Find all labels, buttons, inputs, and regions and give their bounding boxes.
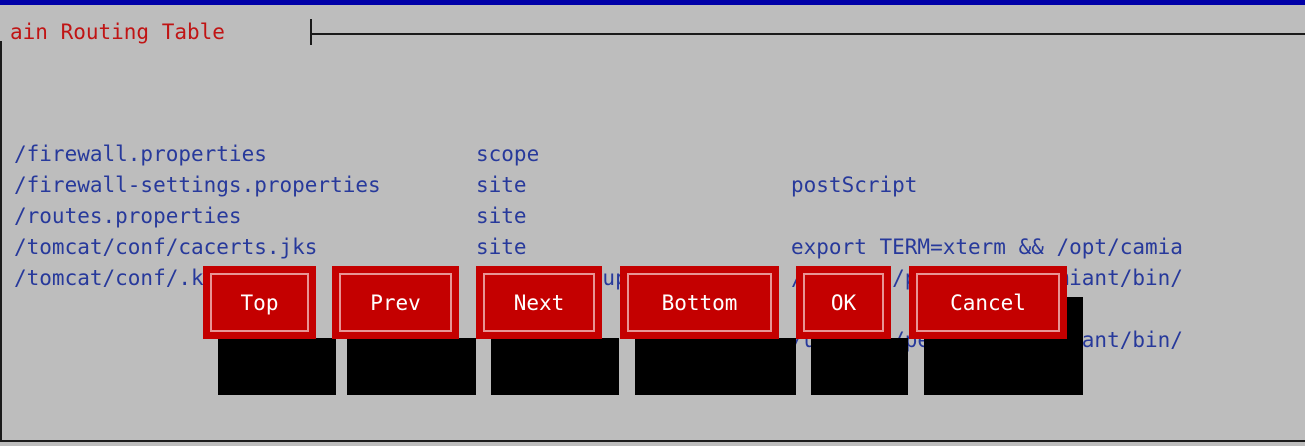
top-button[interactable]: Top	[203, 266, 316, 339]
dialog-left-border	[0, 41, 2, 440]
ok-button[interactable]: OK	[796, 266, 891, 339]
table-cell-postscript: export TERM=xterm && /opt/camia	[791, 235, 1183, 259]
prev-button-shadow	[347, 338, 476, 395]
top-button-shadow	[218, 338, 336, 395]
table-cell-scope: site	[476, 235, 527, 259]
table-header-row: scope postScript	[14, 77, 917, 197]
table-row[interactable]: /tomcat/conf/cacerts.jks clusterGroup	[14, 201, 628, 290]
cancel-button-label: Cancel	[916, 273, 1060, 332]
ok-button-label: OK	[803, 273, 884, 332]
cancel-button[interactable]: Cancel	[909, 266, 1067, 339]
table-row[interactable]: /firewall-settings.properties site expor…	[14, 139, 1183, 259]
routing-table-dialog: ain Routing Table scope postScript /fire…	[0, 5, 1305, 446]
next-button[interactable]: Next	[476, 266, 602, 339]
top-button-label: Top	[210, 273, 309, 332]
table-row[interactable]: /routes.properties site /usr/bin/perl /o…	[14, 170, 1183, 290]
bottom-button-shadow	[635, 338, 796, 395]
next-button-label: Next	[483, 273, 595, 332]
prev-button-label: Prev	[339, 273, 452, 332]
next-button-shadow	[491, 338, 619, 395]
table-cell-scope: site	[476, 204, 527, 228]
table-cell-scope: site	[476, 173, 527, 197]
table-header-postscript: postScript	[791, 173, 918, 197]
cancel-button-side-shadow	[1067, 297, 1083, 395]
bottom-button-label: Bottom	[627, 273, 772, 332]
bottom-button[interactable]: Bottom	[620, 266, 779, 339]
dialog-title: ain Routing Table	[10, 20, 225, 44]
cancel-button-shadow	[924, 338, 1083, 395]
table-row[interactable]: /firewall.properties site	[14, 108, 527, 197]
dialog-title-divider	[310, 19, 312, 45]
prev-button[interactable]: Prev	[332, 266, 459, 339]
dialog-bottom-border	[0, 440, 1305, 442]
ok-button-shadow	[811, 338, 908, 395]
table-header-scope: scope	[476, 142, 540, 166]
dialog-title-rule	[312, 33, 1305, 35]
table-cell-file: /firewall-settings.properties	[14, 173, 381, 197]
table-row[interactable]: /tomcat/conf/.keystore cluster /usr/bin/…	[14, 232, 1183, 352]
